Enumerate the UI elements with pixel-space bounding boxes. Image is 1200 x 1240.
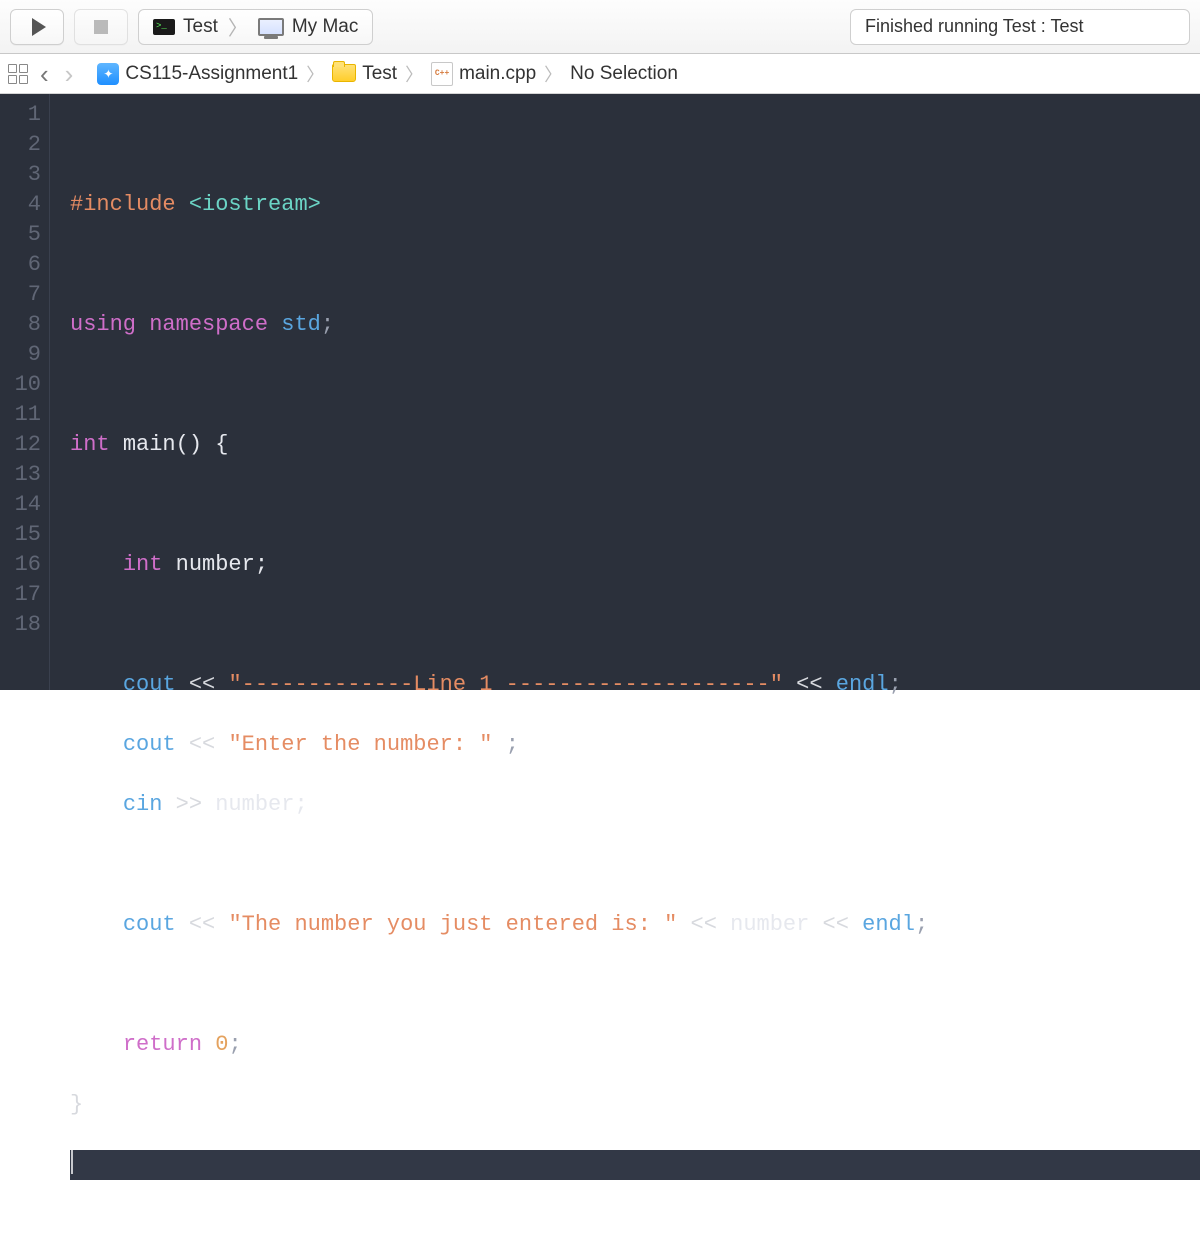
line-number-gutter: 123456789101112131415161718 — [0, 94, 50, 690]
toolbar: Test 〉 My Mac Finished running Test : Te… — [0, 0, 1200, 54]
line-number: 17 — [0, 580, 41, 610]
scheme-selector[interactable]: Test 〉 My Mac — [138, 9, 373, 45]
code-line[interactable]: return 0; — [70, 1030, 1200, 1060]
code-line[interactable]: int number; — [70, 550, 1200, 580]
stop-icon — [94, 20, 108, 34]
code-line[interactable]: cin >> number; — [70, 790, 1200, 820]
line-number: 5 — [0, 220, 41, 250]
nav-back-button[interactable]: ‹ — [34, 61, 55, 87]
line-number: 11 — [0, 400, 41, 430]
code-line[interactable] — [70, 850, 1200, 880]
status-text: Finished running Test : Test — [865, 16, 1083, 37]
line-number: 15 — [0, 520, 41, 550]
line-number: 14 — [0, 490, 41, 520]
cpp-file-icon — [431, 62, 453, 86]
text-cursor — [71, 1150, 73, 1174]
line-number: 18 — [0, 610, 41, 640]
line-number: 6 — [0, 250, 41, 280]
breadcrumb-folder[interactable]: Test — [362, 63, 397, 85]
project-icon — [97, 63, 119, 85]
line-number: 2 — [0, 130, 41, 160]
code-area[interactable]: #include <iostream> using namespace std;… — [50, 94, 1200, 690]
line-number: 1 — [0, 100, 41, 130]
line-number: 12 — [0, 430, 41, 460]
breadcrumb-project[interactable]: CS115-Assignment1 — [125, 63, 298, 85]
breadcrumb-file[interactable]: main.cpp — [459, 63, 536, 85]
line-number: 13 — [0, 460, 41, 490]
line-number: 10 — [0, 370, 41, 400]
code-line[interactable] — [70, 130, 1200, 160]
code-line[interactable] — [70, 610, 1200, 640]
play-icon — [32, 18, 46, 36]
run-button[interactable] — [10, 9, 64, 45]
chevron-right-icon: 〉 — [540, 61, 566, 87]
code-line[interactable]: cout << "Enter the number: " ; — [70, 730, 1200, 760]
line-number: 16 — [0, 550, 41, 580]
terminal-icon — [153, 19, 175, 35]
status-message: Finished running Test : Test — [850, 9, 1190, 45]
nav-forward-button[interactable]: › — [59, 61, 80, 87]
line-number: 4 — [0, 190, 41, 220]
code-line[interactable]: cout << "-------------Line 1 -----------… — [70, 670, 1200, 700]
stop-button[interactable] — [74, 9, 128, 45]
line-number: 8 — [0, 310, 41, 340]
code-line[interactable] — [70, 970, 1200, 1000]
code-line[interactable]: } — [70, 1090, 1200, 1120]
code-line[interactable] — [70, 370, 1200, 400]
code-line[interactable] — [70, 490, 1200, 520]
scheme-name: Test — [183, 16, 218, 38]
related-items-icon[interactable] — [6, 62, 30, 86]
chevron-right-icon: 〉 — [401, 61, 427, 87]
line-number: 9 — [0, 340, 41, 370]
chevron-right-icon: 〉 — [226, 12, 250, 41]
jump-bar: ‹ › CS115-Assignment1 〉 Test 〉 main.cpp … — [0, 54, 1200, 94]
folder-icon — [332, 64, 356, 82]
destination-name: My Mac — [292, 16, 359, 38]
code-line[interactable] — [70, 250, 1200, 280]
line-number: 7 — [0, 280, 41, 310]
chevron-right-icon: 〉 — [302, 61, 328, 87]
code-line[interactable] — [70, 1150, 1200, 1180]
breadcrumb-selection[interactable]: No Selection — [570, 63, 678, 85]
mac-icon — [258, 18, 284, 36]
code-line[interactable]: int main() { — [70, 430, 1200, 460]
code-line[interactable]: cout << "The number you just entered is:… — [70, 910, 1200, 940]
code-line[interactable]: #include <iostream> — [70, 190, 1200, 220]
status-area: Finished running Test : Test — [383, 9, 1190, 45]
line-number: 3 — [0, 160, 41, 190]
code-editor[interactable]: 123456789101112131415161718 #include <io… — [0, 94, 1200, 690]
code-line[interactable]: using namespace std; — [70, 310, 1200, 340]
